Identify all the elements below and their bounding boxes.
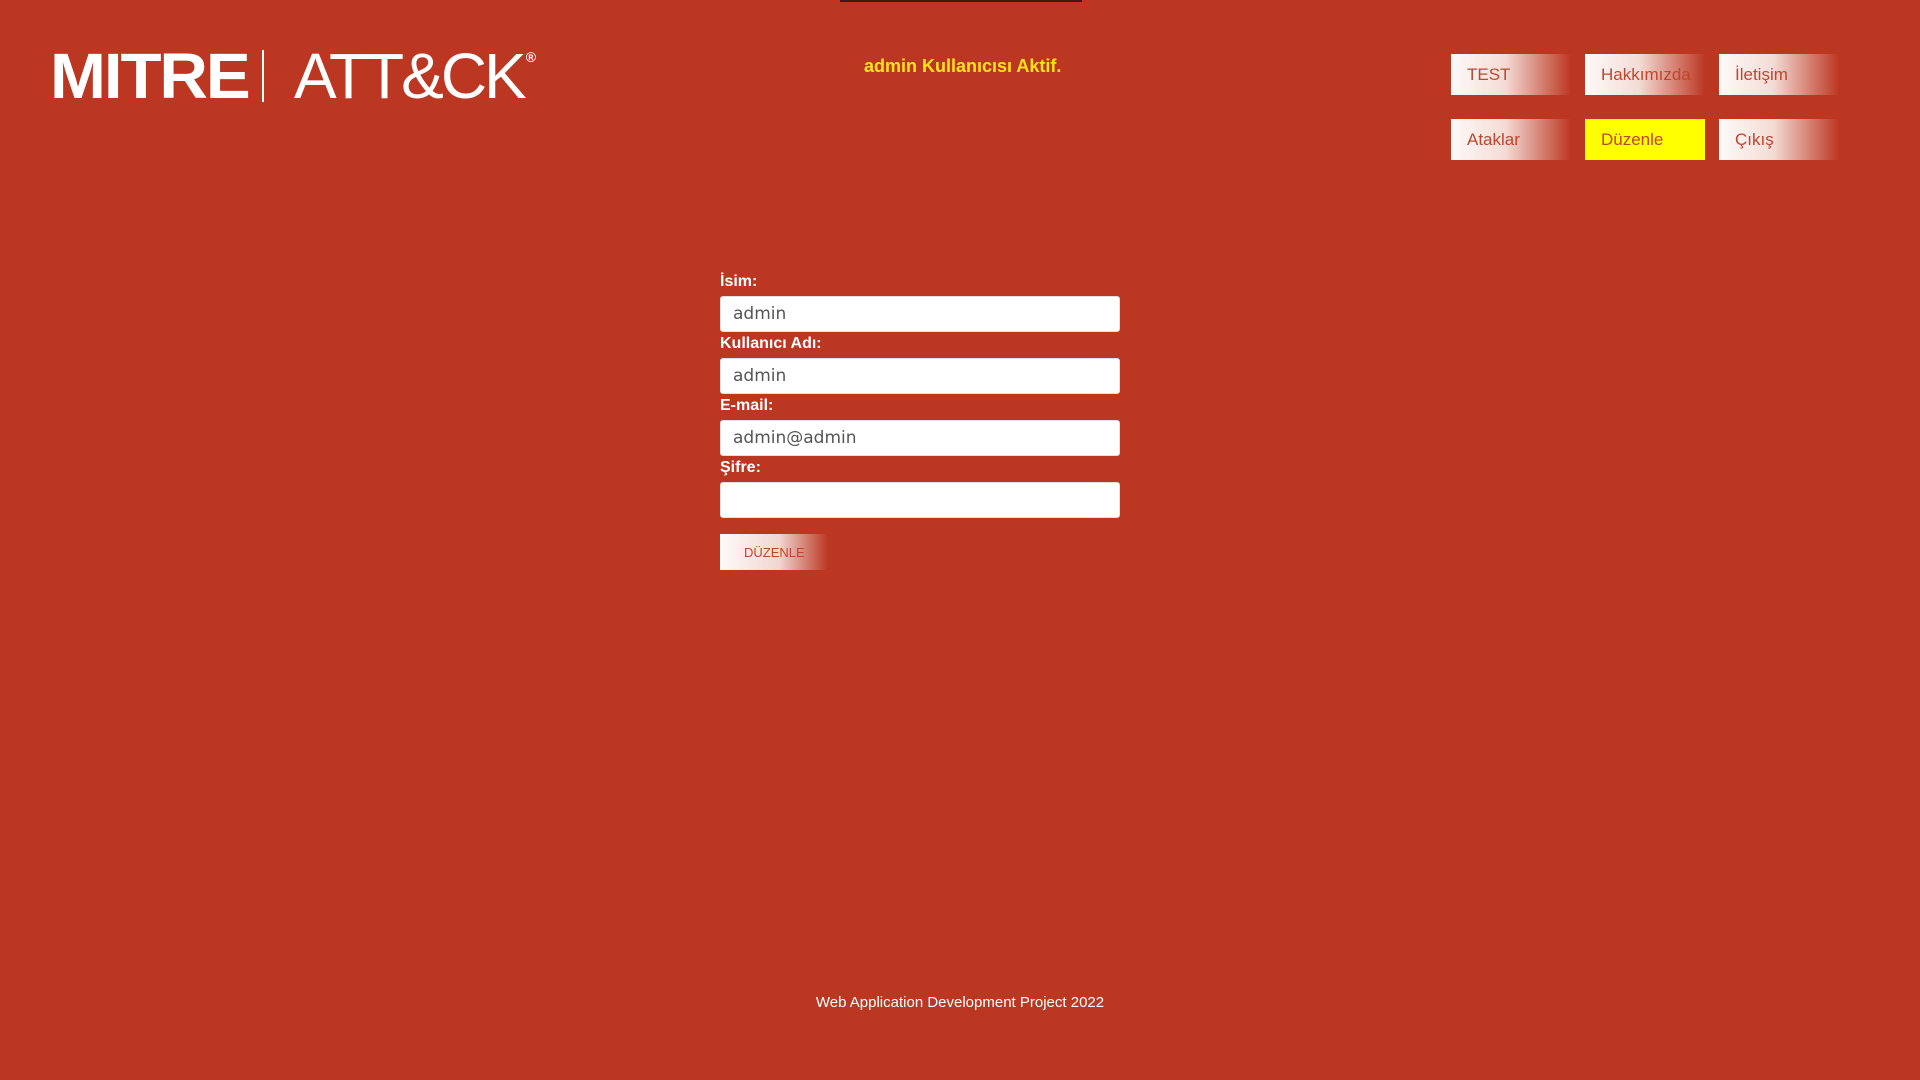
nav-about-button[interactable]: Hakkımızda — [1585, 54, 1705, 95]
footer-text: Web Application Development Project 2022 — [815, 994, 1105, 1011]
username-label: Kullanıcı Adı: — [720, 335, 822, 352]
password-label: Şifre: — [720, 459, 761, 476]
top-strip — [840, 0, 1082, 2]
nav-contact-button[interactable]: İletişim — [1719, 54, 1839, 95]
nav-attacks-button[interactable]: Ataklar — [1451, 119, 1571, 160]
nav-test-button[interactable]: TEST — [1451, 54, 1571, 95]
logo-divider — [262, 50, 264, 102]
logo-attck-text: ATT&CK — [294, 40, 527, 112]
submit-edit-button[interactable]: Düzenle — [720, 534, 828, 570]
email-label: E-mail: — [720, 397, 774, 414]
username-input[interactable] — [720, 358, 1120, 394]
logo-mitre-text: MITRE — [50, 40, 251, 112]
edit-profile-form: İsim: Kullanıcı Adı: E-mail: Şifre: Düze… — [720, 272, 1120, 570]
password-input[interactable] — [720, 482, 1120, 518]
main-nav: TEST Hakkımızda İletişim Ataklar Düzenle… — [1451, 54, 1841, 160]
nav-logout-button[interactable]: Çıkış — [1719, 119, 1839, 160]
name-input[interactable] — [720, 296, 1120, 332]
logo-registered-mark: ® — [525, 49, 537, 65]
email-input[interactable] — [720, 420, 1120, 456]
nav-edit-button[interactable]: Düzenle — [1585, 119, 1705, 160]
mitre-attck-logo[interactable]: MITRE ATT&CK ® — [50, 44, 537, 108]
name-label: İsim: — [720, 273, 758, 290]
active-user-status: admin Kullanıcısı Aktif. — [864, 56, 1062, 76]
page: MITRE ATT&CK ® admin Kullanıcısı Aktif. … — [0, 0, 1920, 1080]
